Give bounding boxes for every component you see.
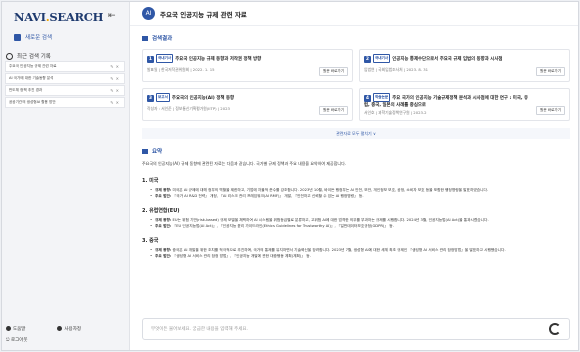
open-original-button[interactable]: 원문 바로가기 xyxy=(319,106,348,115)
history-item-label: AI 국가에 대한 기술동향 분석 xyxy=(9,76,54,80)
result-number: 4 xyxy=(364,95,371,102)
new-search-button[interactable]: 새로운 검색 xyxy=(14,33,52,41)
result-type-tag: 학술논문 xyxy=(373,93,391,102)
app-logo[interactable]: NAVI.SEARCH xyxy=(14,10,104,24)
summary-item: 주요 법안: 『생성형 AI 서비스 관리 잠정 방법』, 『인공지능 개발에 … xyxy=(150,253,572,259)
delete-icon[interactable]: ✕ xyxy=(116,100,121,105)
summary-item: 주요 법안: 『국가 AI R&D 전략』 개정, 『AI 리스크 관리 프레임… xyxy=(150,193,572,199)
app-window: NAVI.SEARCH ⇤ 새로운 검색 최근 검색 기록 주요국 인공지능 규… xyxy=(1,1,579,351)
history-item-label: 반도체 정책 추진 경과 xyxy=(9,88,43,92)
result-card[interactable]: 4 학술논문 주요 국가의 인공지능 기술규제정책 분석과 시사점에 대한 연구 :… xyxy=(359,88,570,121)
chat-input[interactable]: 무엇이든 물어보세요. 궁금한 내용을 입력해 주세요. xyxy=(142,318,570,340)
result-number: 1 xyxy=(147,56,154,63)
result-type-tag: 국내기사 xyxy=(373,54,391,63)
result-title: 주요국 인공지능 규제 동향과 저작권 정책 방향 xyxy=(175,57,262,62)
summary-section-heading: 1. 미국 xyxy=(142,178,159,184)
result-number: 3 xyxy=(147,95,154,102)
summary-body: 주요국의 인공지능(AI) 규제 동향에 관련된 자료는 다음과 같습니다. 국… xyxy=(142,161,572,267)
help-icon xyxy=(6,326,11,331)
history-list: 주요국 인공지능 규제 관련 자료 ✎✕ AI 국가에 대한 기술동향 분석 ✎… xyxy=(5,61,125,109)
results-title: 검색결과 xyxy=(152,36,173,42)
result-type-tag: 보고서 xyxy=(156,93,170,102)
document-icon xyxy=(142,148,148,154)
conversation-title: 주요국 인공지능 규제 관련 자료 xyxy=(160,10,247,19)
open-original-button[interactable]: 원문 바로가기 xyxy=(536,67,565,76)
history-item[interactable]: 공공기관의 생성형AI 활용 방안 ✎✕ xyxy=(5,97,125,108)
user-icon xyxy=(57,326,63,331)
ai-avatar-icon: AI xyxy=(142,7,155,20)
new-search-label: 새로운 검색 xyxy=(25,35,53,41)
main-panel: AI 주요국 인공지능 규제 관련 자료 검색결과 1 국내기사 주요국 인공지능 … xyxy=(130,2,578,350)
result-meta: 작성자 : 서인준 | 정보통신기획평가원(IITP) | 2023 xyxy=(147,106,230,111)
clock-icon xyxy=(6,52,13,60)
sidebar-collapse-icon[interactable]: ⇤ xyxy=(108,11,116,21)
summary-list: 규제 동향: EU는 위험 기반(risk-based) 규제 모델을 채택하여… xyxy=(150,217,572,229)
open-original-button[interactable]: 원문 바로가기 xyxy=(319,67,348,76)
history-item-label: 공공기관의 생성형AI 활용 방안 xyxy=(9,100,56,104)
conversation-header: AI 주요국 인공지능 규제 관련 자료 xyxy=(130,2,578,26)
result-card[interactable]: 3 보고서 주요국의 인공지능(AI) 정책 동향 작성자 : 서인준 | 정보통신… xyxy=(142,88,353,121)
open-original-button[interactable]: 원문 바로가기 xyxy=(536,106,565,115)
user-link[interactable]: 사용자정 xyxy=(57,326,81,332)
result-meta: 입법연 | 국회입법조사처 | 2023. 8. 31 xyxy=(364,67,429,72)
summary-list: 규제 동향: 중국은 AI 개발을 위한 조치를 적극적으로 추진하며, 국가의… xyxy=(150,247,572,259)
result-card[interactable]: 1 국내기사 주요국 인공지능 규제 동향과 저작권 정책 방향 발표일 | 한국저… xyxy=(142,49,353,82)
sidebar-footer: 도움말 사용자정 xyxy=(6,326,81,332)
delete-icon[interactable]: ✕ xyxy=(116,76,121,81)
history-item[interactable]: 반도체 정책 추진 경과 ✎✕ xyxy=(5,85,125,96)
delete-icon[interactable]: ✕ xyxy=(116,88,121,93)
history-item[interactable]: AI 국가에 대한 기술동향 분석 ✎✕ xyxy=(5,73,125,84)
summary-header: 요약 xyxy=(142,147,162,155)
sidebar: NAVI.SEARCH ⇤ 새로운 검색 최근 검색 기록 주요국 인공지능 규… xyxy=(2,2,130,350)
result-meta: 발표일 | 한국저작권위원회 | 2022. 1. 15 xyxy=(147,67,215,72)
help-link[interactable]: 도움말 xyxy=(6,326,25,332)
result-title: 인공지능 통제수단으로서 주요국 규제 입법의 동향과 시사점 xyxy=(392,57,503,62)
result-meta: 서인호 | 과학기술정책연구원 | 2023.2 xyxy=(364,110,427,115)
logout-link[interactable]: ⎋ 로그아웃 xyxy=(6,337,28,343)
new-chat-icon xyxy=(14,33,21,41)
chat-input-placeholder: 무엇이든 물어보세요. 궁금한 내용을 입력해 주세요. xyxy=(151,327,248,332)
history-header: 최근 검색 기록 xyxy=(6,52,51,60)
results-grid: 1 국내기사 주요국 인공지능 규제 동향과 저작권 정책 방향 발표일 | 한국저… xyxy=(142,49,570,121)
list-icon xyxy=(142,35,148,41)
history-title: 최근 검색 기록 xyxy=(17,54,51,60)
summary-list: 규제 동향: 미국은 AI 규제에 대해 정부의 역할을 제한하고, 기업에 자… xyxy=(150,187,572,199)
history-item-label: 주요국 인공지능 규제 관련 자료 xyxy=(9,64,57,68)
history-item[interactable]: 주요국 인공지능 규제 관련 자료 ✎✕ xyxy=(5,61,125,72)
summary-item: 주요 법안: 『EU 인공지능법(AI Act)』, 『인공지능 윤리 가이드라… xyxy=(150,223,572,229)
result-number: 2 xyxy=(364,56,371,63)
results-header: 검색결과 xyxy=(142,34,172,42)
expand-all-related-button[interactable]: 관련자료 모두 펼치기 ∨ xyxy=(142,128,570,139)
summary-section-heading: 2. 유럽연합(EU) xyxy=(142,208,180,214)
result-title: 주요국의 인공지능(AI) 정책 동향 xyxy=(171,96,235,101)
summary-section-heading: 3. 중국 xyxy=(142,238,159,244)
send-icon[interactable] xyxy=(549,323,561,335)
summary-title: 요약 xyxy=(152,149,163,155)
delete-icon[interactable]: ✕ xyxy=(116,64,121,69)
result-card[interactable]: 2 국내기사 인공지능 통제수단으로서 주요국 규제 입법의 동향과 시사점 입법연… xyxy=(359,49,570,82)
result-type-tag: 국내기사 xyxy=(156,54,174,63)
summary-intro: 주요국의 인공지능(AI) 규제 동향에 관련된 자료는 다음과 같습니다. 국… xyxy=(142,161,347,166)
